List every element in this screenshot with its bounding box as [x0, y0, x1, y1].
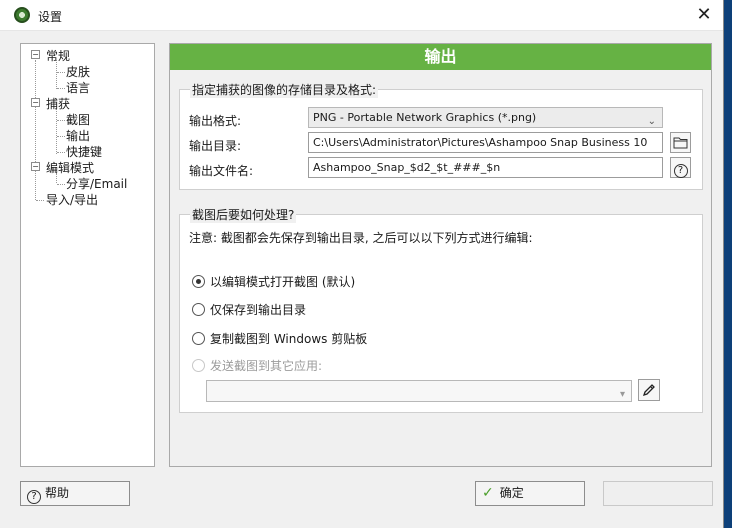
- nav-item-output[interactable]: 输出: [66, 127, 90, 144]
- title-bar: 设置 ✕: [0, 0, 723, 31]
- option-send-to-app: 发送截图到其它应用:: [192, 357, 322, 374]
- app-select: ▾: [206, 380, 632, 402]
- pencil-icon: [642, 384, 655, 397]
- chevron-down-icon: ▾: [619, 389, 625, 400]
- after-capture-group: 截图后要如何处理? 注意: 截图都会先保存到输出目录, 之后可以以下列方式进行编…: [179, 206, 703, 413]
- folder-icon: [673, 137, 688, 149]
- tree-guide-line: [56, 60, 57, 89]
- nav-item-capture[interactable]: 捕获: [46, 95, 70, 112]
- storage-group-title: 指定捕获的图像的存储目录及格式:: [190, 81, 379, 98]
- option-label: 以编辑模式打开截图 (默认): [210, 275, 356, 289]
- close-icon[interactable]: ✕: [693, 4, 715, 26]
- radio-icon[interactable]: [192, 303, 205, 316]
- cancel-button[interactable]: [603, 481, 713, 506]
- filename-label: 输出文件名:: [189, 164, 254, 178]
- tree-branch: [57, 88, 65, 89]
- option-label: 仅保存到输出目录: [210, 303, 307, 317]
- radio-disabled-icon: [192, 359, 205, 372]
- collapse-icon[interactable]: −: [31, 50, 40, 59]
- collapse-icon[interactable]: −: [31, 162, 40, 171]
- browse-folder-button[interactable]: [670, 132, 691, 153]
- nav-item-skin[interactable]: 皮肤: [66, 63, 90, 80]
- chevron-down-icon: ⌄: [647, 116, 656, 127]
- nav-item-import-export[interactable]: 导入/导出: [46, 191, 98, 208]
- ok-button[interactable]: ✓ 确定: [475, 481, 585, 506]
- tree-branch: [36, 200, 44, 201]
- dir-label: 输出目录:: [189, 139, 242, 153]
- tree-branch: [57, 152, 65, 153]
- tree-branch: [57, 72, 65, 73]
- tree-branch: [57, 136, 65, 137]
- checkmark-icon: ✓: [482, 485, 494, 501]
- window-title: 设置: [38, 10, 63, 24]
- output-settings-panel: 输出 指定捕获的图像的存储目录及格式: 输出格式: PNG - Portable…: [169, 43, 712, 467]
- tree-branch: [57, 120, 65, 121]
- option-save-only[interactable]: 仅保存到输出目录: [192, 301, 306, 318]
- settings-dialog: 设置 ✕ − 常规 皮肤 语言 − 捕获 截图 输出 快捷键 − 编辑模式 分享…: [0, 0, 724, 528]
- help-button-label: 帮助: [45, 486, 70, 500]
- app-logo-icon: [14, 7, 30, 23]
- help-icon: ?: [673, 164, 688, 178]
- option-copy-clipboard[interactable]: 复制截图到 Windows 剪贴板: [192, 330, 367, 347]
- tree-branch: [57, 184, 65, 185]
- after-capture-note: 注意: 截图都会先保存到输出目录, 之后可以以下列方式进行编辑:: [189, 231, 533, 245]
- radio-icon[interactable]: [192, 332, 205, 345]
- output-filename-field[interactable]: Ashampoo_Snap_$d2_$t_###_$n: [308, 157, 663, 178]
- after-capture-title: 截图后要如何处理?: [190, 206, 297, 223]
- option-label: 发送截图到其它应用:: [210, 359, 323, 373]
- format-select[interactable]: PNG - Portable Network Graphics (*.png) …: [308, 107, 663, 128]
- help-button[interactable]: ? 帮助: [20, 481, 130, 506]
- option-open-editor[interactable]: 以编辑模式打开截图 (默认): [192, 273, 355, 290]
- tree-guide-line: [35, 60, 36, 200]
- nav-item-edit-mode[interactable]: 编辑模式: [46, 159, 94, 176]
- nav-item-screenshot[interactable]: 截图: [66, 111, 90, 128]
- page-title: 输出: [170, 44, 711, 70]
- help-icon: ?: [27, 490, 41, 504]
- format-label: 输出格式:: [189, 114, 242, 128]
- tree-guide-line: [56, 109, 57, 154]
- nav-item-share-email[interactable]: 分享/Email: [66, 175, 127, 192]
- nav-item-hotkeys[interactable]: 快捷键: [66, 143, 102, 160]
- ok-button-label: 确定: [499, 486, 524, 500]
- edit-app-button[interactable]: [638, 379, 660, 401]
- nav-item-language[interactable]: 语言: [66, 79, 90, 96]
- nav-item-general[interactable]: 常规: [46, 47, 70, 64]
- storage-group: 指定捕获的图像的存储目录及格式: 输出格式: PNG - Portable Ne…: [179, 81, 703, 190]
- option-label: 复制截图到 Windows 剪贴板: [210, 332, 368, 346]
- settings-nav-tree: − 常规 皮肤 语言 − 捕获 截图 输出 快捷键 − 编辑模式 分享/Emai…: [20, 43, 155, 467]
- radio-selected-icon[interactable]: [192, 275, 205, 288]
- output-dir-field[interactable]: C:\Users\Administrator\Pictures\Ashampoo…: [308, 132, 663, 153]
- filename-help-button[interactable]: ?: [670, 157, 691, 178]
- collapse-icon[interactable]: −: [31, 98, 40, 107]
- format-select-value: PNG - Portable Network Graphics (*.png): [313, 111, 537, 124]
